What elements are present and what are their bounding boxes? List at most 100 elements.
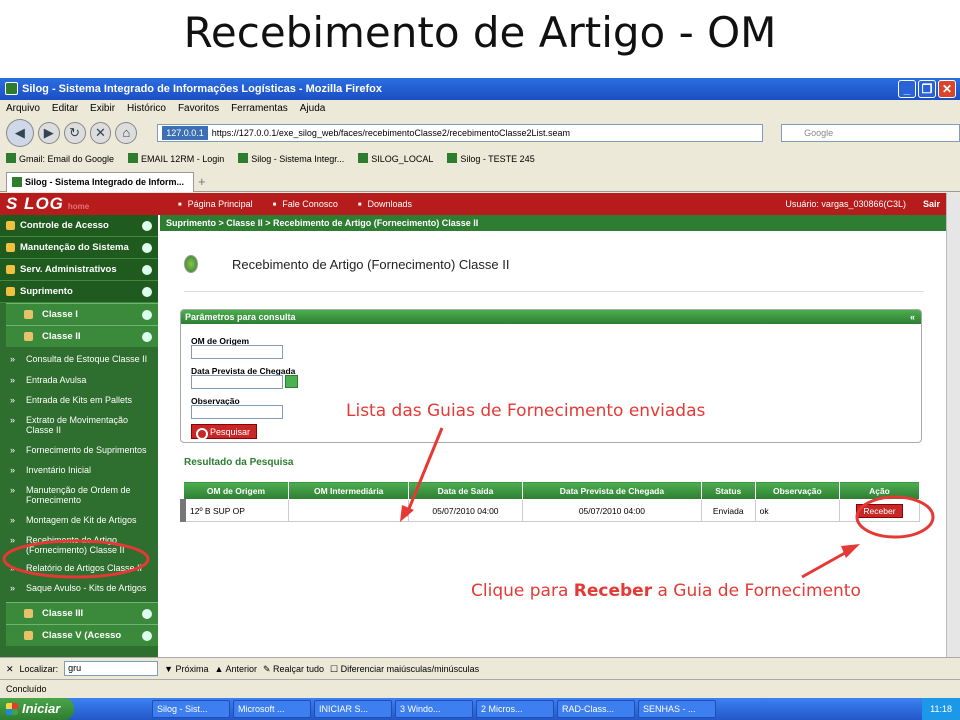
match-case-checkbox[interactable]: ☐ Diferenciar maiúsculas/minúsculas (330, 658, 479, 680)
sidebar-item[interactable]: Extrato de Movimentação Classe II (0, 412, 158, 438)
sidebar-item[interactable]: Fornecimento de Suprimentos (0, 442, 158, 458)
search-input[interactable]: Google (781, 124, 960, 142)
taskbar-item[interactable]: 2 Micros... (476, 700, 554, 718)
sidebar-classe-i[interactable]: Classe I (6, 303, 158, 325)
lock-icon (6, 221, 15, 230)
expand-icon (142, 287, 152, 297)
bookmark-item[interactable]: Silog - Sistema Integr... (238, 150, 344, 168)
sidebar-item[interactable]: Inventário Inicial (0, 462, 158, 478)
menu-historico[interactable]: Histórico (127, 100, 166, 118)
annotation-lista: Lista das Guias de Fornecimento enviadas (346, 401, 706, 421)
back-icon[interactable]: ◀ (6, 119, 34, 147)
taskbar-item[interactable]: SENHAS - ... (638, 700, 716, 718)
breadcrumb: Suprimento > Classe II > Recebimento de … (160, 215, 946, 231)
pesquisar-button[interactable]: Pesquisar (191, 424, 257, 440)
sidebar-item[interactable]: Montagem de Kit de Artigos (0, 512, 158, 528)
cell-prevista: 05/07/2010 04:00 (521, 499, 702, 522)
sidebar-item[interactable]: Entrada Avulsa (0, 372, 158, 388)
link-downloads[interactable]: Downloads (358, 193, 412, 216)
find-input[interactable]: gru (64, 661, 159, 676)
sidebar-item[interactable]: Consulta de Estoque Classe II (0, 351, 158, 367)
menu-ajuda[interactable]: Ajuda (300, 100, 326, 118)
col-data-saida[interactable]: Data de Saída (407, 481, 523, 500)
expand-icon (142, 243, 152, 253)
link-fale-conosco[interactable]: Fale Conosco (273, 193, 338, 216)
om-origem-input[interactable] (191, 345, 283, 359)
taskbar: Iniciar Silog - Sist... Microsoft ... IN… (0, 698, 960, 720)
stop-icon[interactable]: ✕ (89, 122, 112, 144)
col-om-intermediaria[interactable]: OM Intermediária (288, 481, 409, 500)
bookmark-icon (128, 153, 139, 163)
start-button[interactable]: Iniciar (0, 698, 74, 720)
bookmark-icon (358, 153, 369, 163)
home-icon[interactable]: ⌂ (115, 122, 138, 144)
slide-title: Recebimento de Artigo - OM (183, 8, 777, 57)
taskbar-item[interactable]: Silog - Sist... (152, 700, 230, 718)
data-prevista-input[interactable] (191, 375, 283, 389)
sidebar-serv-adm[interactable]: Serv. Administrativos (0, 259, 158, 281)
menu-editar[interactable]: Editar (52, 100, 78, 118)
sidebar-classe-iii[interactable]: Classe III (6, 602, 158, 624)
reload-icon[interactable]: ↻ (63, 122, 86, 144)
calendar-icon[interactable] (285, 375, 298, 388)
sidebar-item[interactable]: Entrada de Kits em Pallets (0, 392, 158, 408)
close-icon[interactable]: ✕ (938, 80, 956, 98)
sidebar-classe-ii[interactable]: Classe II (6, 325, 158, 347)
observacao-input[interactable] (191, 405, 283, 419)
minimize-icon[interactable]: _ (898, 80, 916, 98)
taskbar-item[interactable]: 3 Windo... (395, 700, 473, 718)
menu-bar: Arquivo Editar Exibir Histórico Favorito… (0, 100, 960, 118)
sair-button[interactable]: Sair (923, 193, 940, 215)
sidebar-item[interactable]: Manutenção de Ordem de Fornecimento (0, 482, 158, 508)
site-identity[interactable]: 127.0.0.1 (162, 126, 208, 140)
sidebar-item[interactable]: Saque Avulso - Kits de Artigos (0, 580, 158, 596)
sidebar-manutencao[interactable]: Manutenção do Sistema (0, 237, 158, 259)
sidebar-controle-acesso[interactable]: Controle de Acesso (0, 215, 158, 237)
sidebar-item[interactable]: Relatório de Artigos Classe II (0, 560, 158, 576)
col-observacao[interactable]: Observação (754, 481, 840, 500)
new-tab-icon[interactable]: + (198, 174, 206, 189)
window-titlebar: Silog - Sistema Integrado de Informações… (0, 78, 960, 100)
menu-exibir[interactable]: Exibir (90, 100, 115, 118)
taskbar-item[interactable]: RAD-Class... (557, 700, 635, 718)
bookmark-item[interactable]: EMAIL 12RM - Login (128, 150, 224, 168)
taskbar-item[interactable]: Microsoft ... (233, 700, 311, 718)
result-title: Resultado da Pesquisa (184, 457, 294, 468)
find-close-icon[interactable]: ✕ (6, 658, 14, 680)
url-bar[interactable]: 127.0.0.1 https://127.0.0.1/exe_silog_we… (157, 124, 764, 142)
gear-icon (6, 265, 15, 274)
bookmark-item[interactable]: Silog - TESTE 245 (447, 150, 535, 168)
bookmark-icon (447, 153, 458, 163)
collapse-icon[interactable]: « (910, 310, 915, 324)
find-next-button[interactable]: ▼ Próxima (164, 658, 208, 680)
search-panel: Parâmetros para consulta « OM de Origem D… (180, 309, 922, 443)
bookmark-item[interactable]: SILOG_LOCAL (358, 150, 433, 168)
maximize-icon[interactable]: ❐ (918, 80, 936, 98)
folder-icon (24, 332, 33, 341)
receber-button[interactable]: Receber (856, 503, 903, 518)
menu-arquivo[interactable]: Arquivo (6, 100, 40, 118)
highlight-all-button[interactable]: ✎ Realçar tudo (263, 658, 324, 680)
sidebar-item-recebimento[interactable]: Recebimento de Artigo (Fornecimento) Cla… (0, 532, 158, 558)
link-pagina-principal[interactable]: Página Principal (178, 193, 253, 216)
vertical-scrollbar[interactable] (946, 193, 960, 657)
taskbar-item[interactable]: INICIAR S... (314, 700, 392, 718)
menu-favoritos[interactable]: Favoritos (178, 100, 219, 118)
folder-icon (24, 310, 33, 319)
sidebar-classe-v[interactable]: Classe V (Acesso (6, 624, 158, 646)
fuel-icon (24, 609, 33, 618)
results-table: OM de Origem OM Intermediária Data de Sa… (180, 481, 921, 522)
forward-icon[interactable]: ▶ (37, 122, 60, 144)
cell-saida: 05/07/2010 04:00 (407, 499, 523, 522)
window-title: Silog - Sistema Integrado de Informações… (22, 83, 383, 95)
col-data-prevista[interactable]: Data Prevista de Chegada (521, 481, 702, 500)
col-status[interactable]: Status (700, 481, 756, 500)
sidebar-suprimento[interactable]: Suprimento (0, 281, 158, 303)
tab-silog[interactable]: Silog - Sistema Integrado de Inform... (6, 172, 194, 192)
find-prev-button[interactable]: ▲ Anterior (215, 658, 257, 680)
expand-icon (142, 265, 152, 275)
bookmark-item[interactable]: Gmail: Email do Google (6, 150, 114, 168)
menu-ferramentas[interactable]: Ferramentas (231, 100, 288, 118)
col-om-origem[interactable]: OM de Origem (182, 481, 290, 500)
cell-acao: Receber (838, 499, 921, 522)
